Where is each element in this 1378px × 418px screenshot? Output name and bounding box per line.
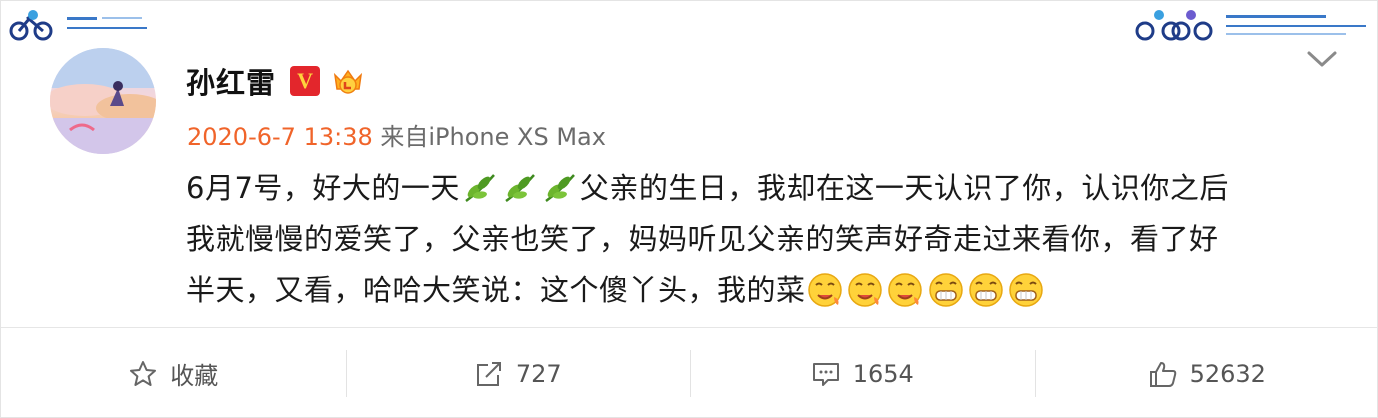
content-line: 半天，又看，哈哈大笑说：这个傻丫头，我的菜 <box>186 265 1326 316</box>
favorite-label: 收藏 <box>170 362 219 390</box>
leaf-emoji-icon <box>465 174 495 203</box>
content-text: 半天，又看，哈哈大笑说：这个傻丫头，我的菜 <box>186 273 806 307</box>
repost-count: 727 <box>515 359 562 388</box>
content-line: 6月7号，好大的一天 父亲的生日，我却在这一天认识了你，认识你之后 <box>186 163 1326 214</box>
post-time[interactable]: 2020-6-7 13:38 <box>187 123 373 151</box>
username[interactable]: 孙红雷 <box>186 60 276 102</box>
leaf-emoji-icon <box>545 174 575 203</box>
content-line: 我就慢慢的爱笑了，父亲也笑了，妈妈听见父亲的笑声好奇走过来看你，看了好 <box>186 222 1219 256</box>
drool-emoji-icon <box>807 273 842 307</box>
grin-emoji-icon <box>968 273 1003 307</box>
thumbs-up-icon <box>1149 361 1176 387</box>
avatar-icon <box>50 48 156 154</box>
repost-button[interactable]: 727 <box>345 328 691 418</box>
source-device: iPhone XS Max <box>428 123 606 151</box>
comment-button[interactable]: 1654 <box>690 328 1035 418</box>
action-bar: 收藏 727 1654 52632 <box>1 328 1378 418</box>
share-icon <box>476 361 501 386</box>
drool-emoji-icon <box>847 273 882 307</box>
favorite-button[interactable]: 收藏 <box>1 328 346 418</box>
post-content: 6月7号，好大的一天 父亲的生日，我却在这一天认识了你，认识你之后 我就慢慢的爱笑… <box>186 163 1326 316</box>
source-prefix: 来自 <box>380 123 429 151</box>
drool-emoji-icon <box>887 273 922 307</box>
avatar[interactable] <box>50 48 156 154</box>
chevron-down-icon[interactable] <box>1305 45 1339 71</box>
content-text: 6月7号，好大的一天 <box>186 171 460 205</box>
member-crown-icon[interactable] <box>330 63 366 99</box>
post-meta: 2020-6-7 13:38 来自iPhone XS Max <box>187 117 606 152</box>
comment-icon <box>812 362 839 386</box>
like-button[interactable]: 52632 <box>1034 328 1378 418</box>
decorative-bike-icon <box>1135 10 1366 41</box>
grin-emoji-icon <box>928 273 963 307</box>
content-text: 父亲的生日，我却在这一天认识了你，认识你之后 <box>579 171 1229 205</box>
like-count: 52632 <box>1189 359 1266 388</box>
comment-count: 1654 <box>852 359 914 388</box>
grin-emoji-icon <box>1008 273 1043 307</box>
verified-badge-icon: V <box>290 66 321 96</box>
star-icon <box>130 360 157 386</box>
verified-badge-letter: V <box>297 68 313 93</box>
decorative-bike-icon <box>9 10 147 41</box>
leaf-emoji-icon <box>505 174 535 203</box>
weibo-post-card: 孙红雷 V 2020-6-7 13:38 来自iPhone XS Max 6月7… <box>0 0 1378 418</box>
